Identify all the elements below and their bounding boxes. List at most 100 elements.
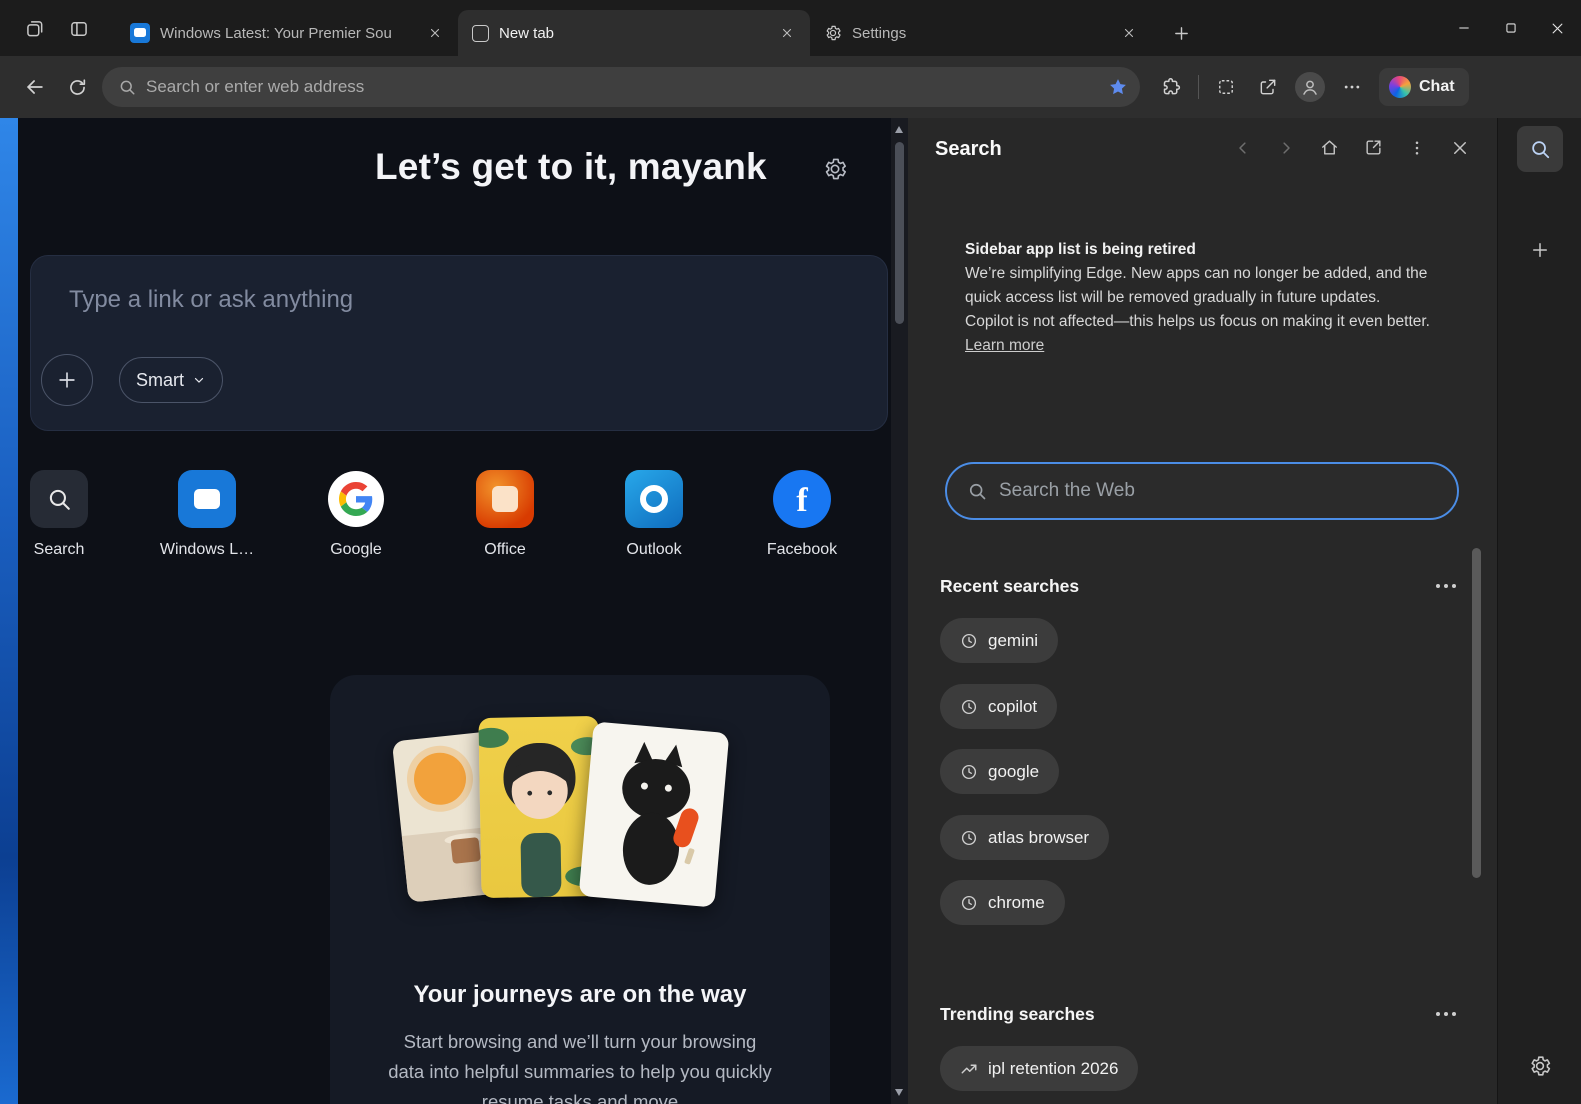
toolbar-divider [1198, 75, 1199, 99]
outlook-icon [625, 470, 683, 528]
windows-latest-favicon [130, 23, 150, 43]
search-icon [118, 78, 136, 96]
new-tab-page: Let’s get to it, mayank Smart [18, 118, 908, 1104]
shortcut-label: Facebook [767, 541, 837, 559]
history-icon [960, 763, 978, 781]
tab-title: Windows Latest: Your Premier Sou [160, 25, 412, 42]
recent-search-pill[interactable]: chrome [940, 880, 1065, 925]
panel-more-icon[interactable] [1408, 139, 1426, 157]
shortcut-facebook[interactable]: f Facebook [744, 470, 860, 559]
recent-search-pill[interactable]: copilot [940, 684, 1057, 729]
maximize-icon[interactable] [1487, 0, 1534, 56]
address-bar[interactable] [102, 67, 1140, 107]
open-in-new-icon[interactable] [1364, 138, 1383, 157]
gear-icon [824, 24, 842, 42]
page-settings-gear-icon[interactable] [822, 156, 848, 182]
tab-bar: Windows Latest: Your Premier Sou New tab… [0, 0, 1581, 56]
recent-search-label: chrome [988, 893, 1045, 913]
browser-window: Windows Latest: Your Premier Sou New tab… [0, 0, 1581, 1104]
shortcut-label: Outlook [626, 541, 681, 559]
home-icon[interactable] [1320, 138, 1339, 157]
recent-search-label: gemini [988, 631, 1038, 651]
trending-search-label: ipl retention 2026 [988, 1059, 1118, 1079]
back-icon[interactable] [14, 66, 56, 108]
workspaces-icon[interactable] [18, 12, 52, 46]
learn-more-link[interactable]: Learn more [965, 337, 1044, 354]
copilot-chat-button[interactable]: Chat [1379, 68, 1469, 106]
office-icon [476, 470, 534, 528]
newtab-search-input[interactable] [69, 286, 809, 314]
recent-search-pill[interactable]: gemini [940, 618, 1058, 663]
share-icon[interactable] [1247, 66, 1289, 108]
greeting-heading: Let’s get to it, mayank [375, 146, 767, 188]
trending-searches-heading: Trending searches [940, 1004, 1095, 1025]
recent-search-label: google [988, 762, 1039, 782]
shortcut-google[interactable]: Google [298, 470, 414, 559]
facebook-icon: f [773, 470, 831, 528]
shortcut-outlook[interactable]: Outlook [596, 470, 712, 559]
minimize-icon[interactable] [1440, 0, 1487, 56]
tab-title: Settings [852, 25, 1106, 42]
tab-actions-icon[interactable] [62, 12, 96, 46]
close-tab-icon[interactable] [774, 20, 800, 46]
tab-settings[interactable]: Settings [810, 10, 1152, 56]
panel-search-box[interactable] [945, 462, 1459, 520]
journeys-card: Your journeys are on the way Start brows… [330, 675, 830, 1104]
panel-search-input[interactable] [999, 480, 1437, 502]
trending-search-pill[interactable]: ipl retention 2026 [940, 1046, 1138, 1091]
shortcut-windows-latest[interactable]: Windows L… [149, 470, 265, 559]
recent-searches-heading: Recent searches [940, 576, 1079, 597]
favorites-star-icon[interactable] [1108, 77, 1128, 97]
tab-new-tab[interactable]: New tab [458, 10, 810, 56]
close-tab-icon[interactable] [422, 20, 448, 46]
search-side-panel: Search [908, 118, 1497, 1104]
scrollbar-thumb[interactable] [895, 142, 904, 324]
recent-searches-more-icon[interactable] [1436, 576, 1456, 596]
close-window-icon[interactable] [1534, 0, 1581, 56]
history-icon [960, 829, 978, 847]
add-attachment-icon[interactable] [41, 354, 93, 406]
more-menu-icon[interactable] [1331, 66, 1373, 108]
sidebar-rail [1497, 118, 1581, 1104]
chevron-right-icon[interactable] [1277, 139, 1295, 157]
shortcut-label: Google [330, 541, 382, 559]
profile-avatar[interactable] [1289, 66, 1331, 108]
close-panel-icon[interactable] [1451, 139, 1469, 157]
rail-settings-gear-icon[interactable] [1520, 1046, 1560, 1086]
avatar-icon [1295, 72, 1325, 102]
trending-searches-more-icon[interactable] [1436, 1004, 1456, 1024]
shortcut-label: Search [34, 541, 85, 559]
shortcut-label: Office [484, 541, 526, 559]
notice-body-2: Copilot is not affected—this helps us fo… [965, 310, 1447, 334]
close-tab-icon[interactable] [1116, 20, 1142, 46]
shortcut-office[interactable]: Office [447, 470, 563, 559]
rail-add-icon[interactable] [1520, 230, 1560, 270]
web-capture-icon[interactable] [1205, 66, 1247, 108]
chevron-down-icon [192, 373, 206, 387]
recent-search-pill[interactable]: google [940, 749, 1059, 794]
panel-scrollbar-thumb[interactable] [1472, 548, 1481, 878]
scroll-down-arrow[interactable] [895, 1089, 903, 1096]
smart-mode-dropdown[interactable]: Smart [119, 357, 223, 403]
refresh-icon[interactable] [56, 66, 98, 108]
recent-search-label: atlas browser [988, 828, 1089, 848]
extensions-icon[interactable] [1150, 66, 1192, 108]
scroll-up-arrow[interactable] [895, 126, 903, 133]
tab-windows-latest[interactable]: Windows Latest: Your Premier Sou [116, 10, 458, 56]
recent-search-pill[interactable]: atlas browser [940, 815, 1109, 860]
journeys-illustration [400, 705, 740, 955]
rail-search-icon[interactable] [1517, 126, 1563, 172]
journeys-body: Start browsing and we’ll turn your brows… [385, 1027, 775, 1104]
search-icon [30, 470, 88, 528]
new-tab-button[interactable] [1166, 18, 1196, 48]
new-tab-favicon [472, 25, 489, 42]
shortcut-search[interactable]: Search [18, 470, 117, 559]
panel-nav [1234, 138, 1469, 157]
newtab-search-box[interactable]: Smart [30, 255, 888, 431]
page-scrollbar[interactable] [891, 118, 908, 1104]
chevron-left-icon[interactable] [1234, 139, 1252, 157]
address-input[interactable] [146, 77, 1108, 97]
toolbar: Chat [0, 56, 1581, 118]
history-icon [960, 894, 978, 912]
notice-title: Sidebar app list is being retired [965, 238, 1447, 262]
